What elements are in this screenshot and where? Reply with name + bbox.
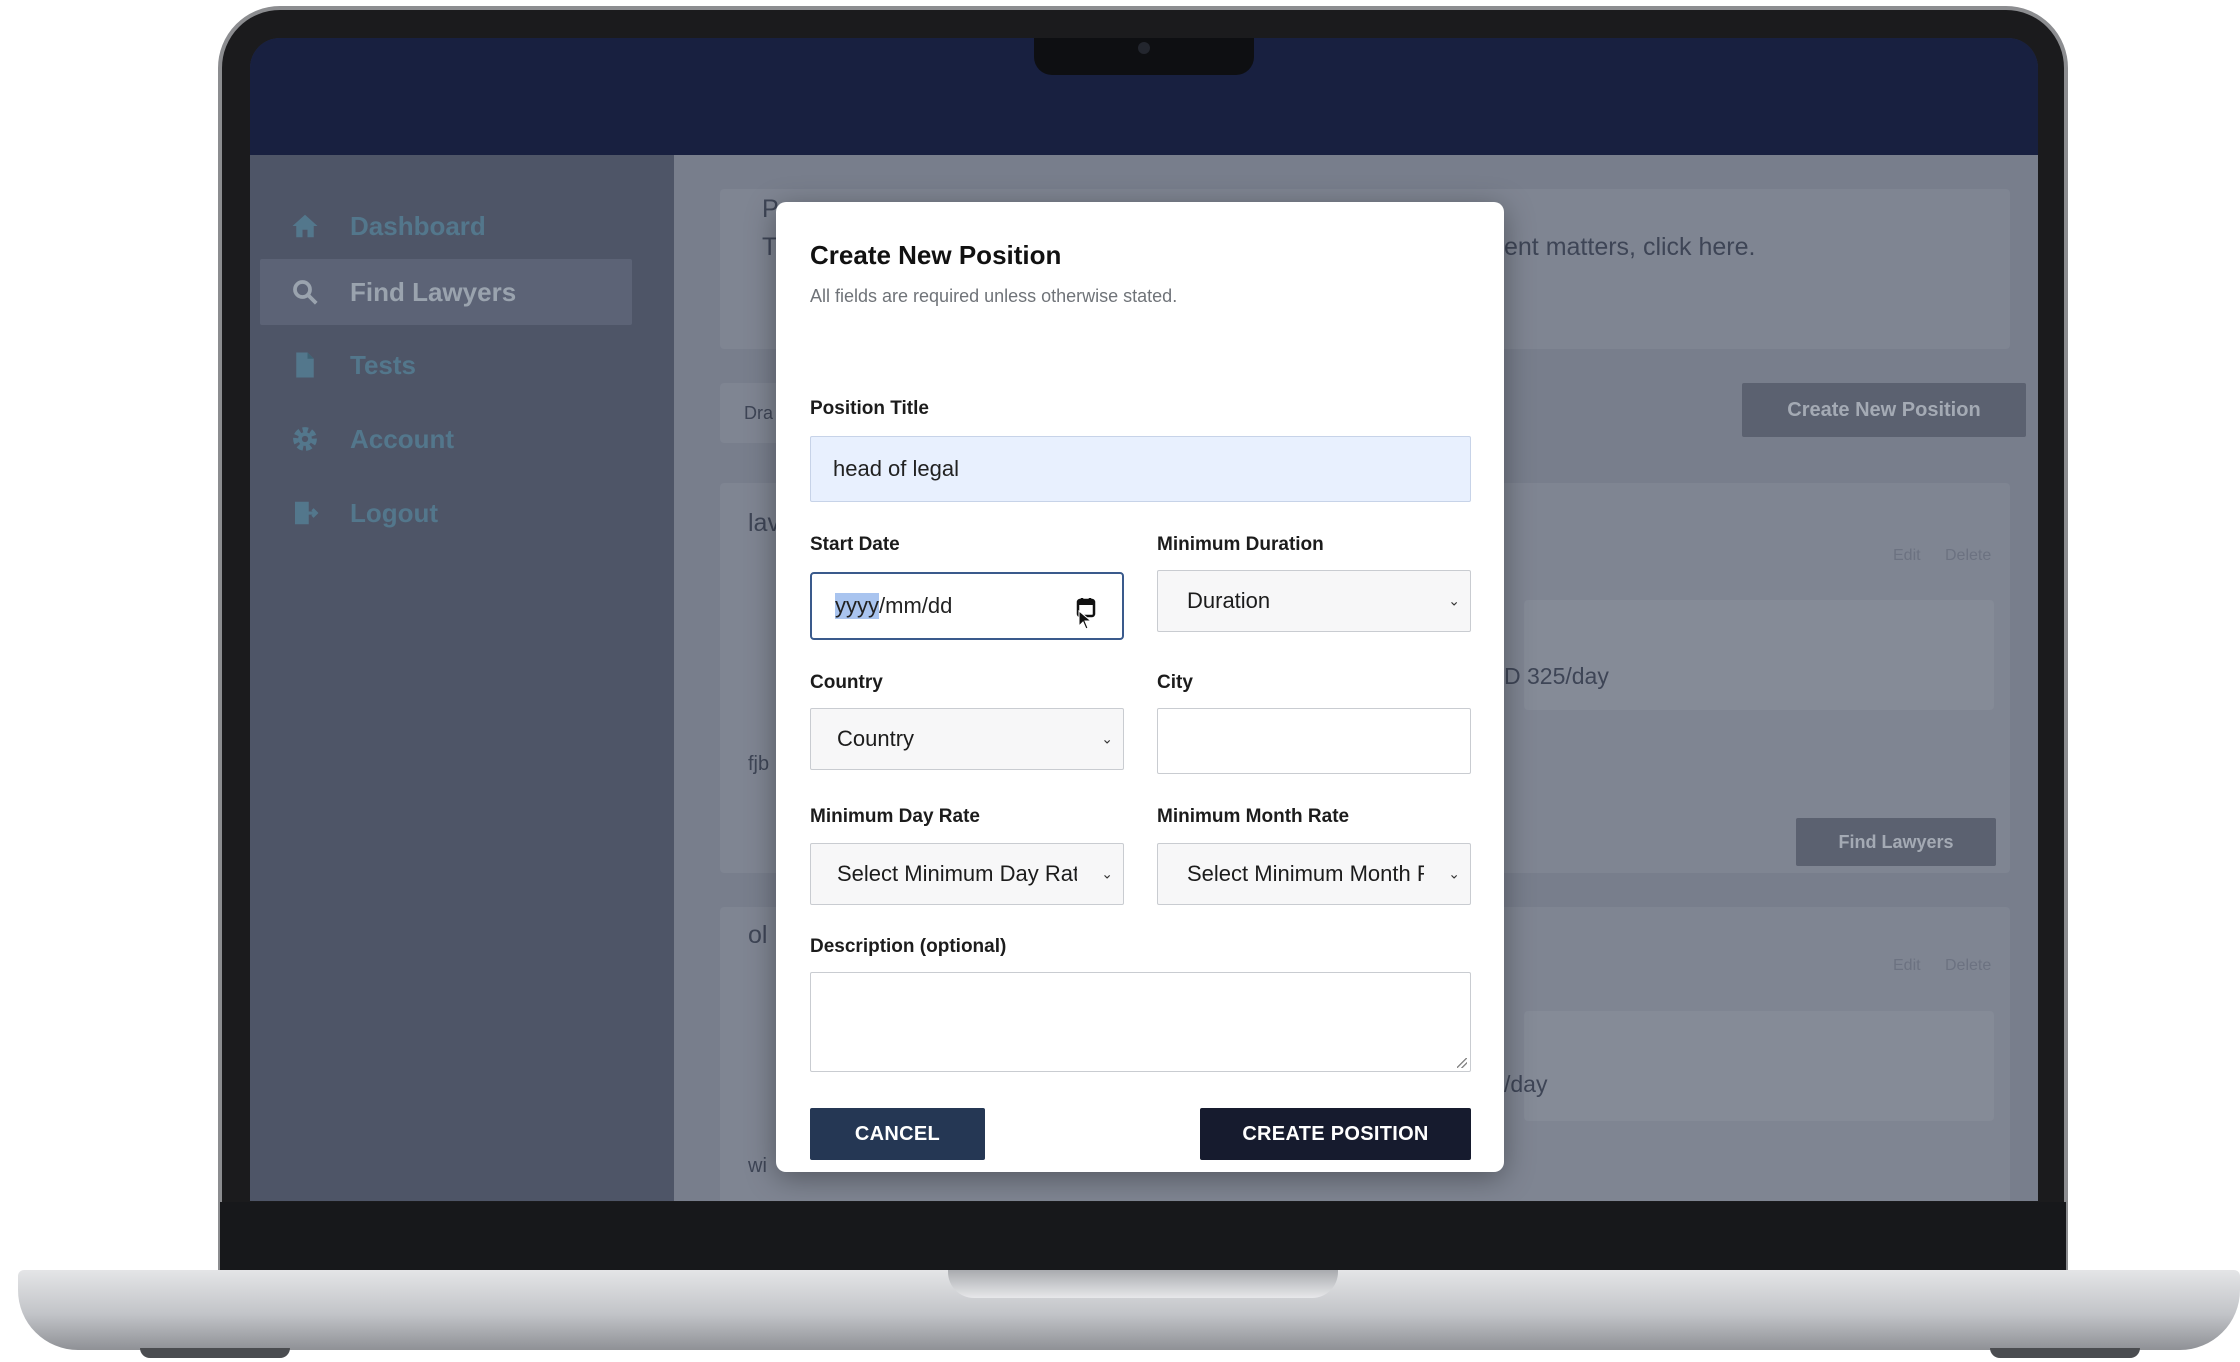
position-note: fjb [748,753,770,775]
rate-box [1524,1011,1994,1121]
delete-link[interactable]: Delete [1945,547,1991,565]
modal-subtitle: All fields are required unless otherwise… [810,286,1178,306]
sidebar-item-dashboard[interactable]: Dashboard [260,193,632,259]
minimum-duration-label: Minimum Duration [1157,534,1324,555]
sidebar-item-find-lawyers[interactable]: Find Lawyers [260,259,632,325]
laptop-screen: Dashboard Find Lawyers Tests Account Log… [250,38,2038,1201]
gear-icon [260,424,350,454]
draft-tab-label: Dra [744,403,774,423]
date-rest-segment: /mm/dd [879,593,953,618]
description-textarea[interactable] [810,972,1471,1072]
description-label: Description (optional) [810,936,1007,957]
country-value: Country [837,726,915,751]
cancel-button[interactable]: CANCEL [810,1108,985,1160]
sidebar-item-label: Account [350,423,454,454]
minimum-duration-value: Duration [1187,588,1271,613]
laptop-foot [140,1348,290,1358]
delete-link[interactable]: Delete [1945,957,1991,975]
document-icon [260,350,350,380]
min-day-rate-select[interactable]: Select Minimum Day Rate ⌄ [810,843,1124,905]
sidebar: Dashboard Find Lawyers Tests Account Log… [250,155,674,1201]
create-new-position-button[interactable]: Create New Position [1742,383,2026,437]
minimum-duration-select[interactable]: Duration ⌄ [1157,570,1471,632]
start-date-label: Start Date [810,534,900,555]
min-day-rate-label: Minimum Day Rate [810,806,980,827]
home-icon [260,211,350,241]
mouse-cursor-icon [1078,609,1093,630]
edit-link[interactable]: Edit [1893,547,1921,565]
sidebar-item-label: Dashboard [350,210,486,241]
intro-text: T [762,233,778,261]
edit-link[interactable]: Edit [1893,957,1921,975]
min-month-rate-value: Select Minimum Month Rate [1187,861,1424,886]
find-lawyers-button[interactable]: Find Lawyers [1796,818,1996,866]
chevron-down-icon: ⌄ [1101,730,1113,747]
search-icon [260,277,350,307]
intro-text: ent matters, click here. [1504,233,1756,261]
position-title-value: head of legal [833,456,959,481]
position-note: wi [748,1155,767,1177]
resize-handle-icon[interactable] [1457,1058,1467,1068]
position-title: ol [748,921,768,949]
min-day-rate-value: Select Minimum Day Rate [837,861,1077,886]
chevron-down-icon: ⌄ [1101,865,1113,882]
position-title-label: Position Title [810,398,929,419]
min-month-rate-label: Minimum Month Rate [1157,806,1350,827]
sidebar-item-label: Logout [350,497,439,528]
chevron-down-icon: ⌄ [1448,592,1460,609]
create-position-modal: Create New Position All fields are requi… [776,202,1504,1172]
rate-text: D 325/day [1504,663,1609,689]
sidebar-item-tests[interactable]: Tests [260,332,632,398]
rate-box [1524,600,1994,710]
city-label: City [1157,672,1193,693]
sidebar-item-label: Tests [350,349,416,380]
start-date-input[interactable]: yyyy/mm/dd [810,572,1124,640]
sidebar-item-logout[interactable]: Logout [260,480,632,546]
sidebar-item-account[interactable]: Account [260,406,632,472]
chevron-down-icon: ⌄ [1448,865,1460,882]
city-input[interactable] [1157,708,1471,774]
min-month-rate-select[interactable]: Select Minimum Month Rate ⌄ [1157,843,1471,905]
logout-icon [260,498,350,528]
modal-title: Create New Position [810,240,1062,270]
position-title-input[interactable]: head of legal [810,436,1471,502]
create-position-button[interactable]: CREATE POSITION [1200,1108,1471,1160]
camera-icon [1138,42,1150,54]
country-label: Country [810,672,883,693]
date-year-segment: yyyy [835,593,879,619]
laptop-bezel [220,1202,2066,1274]
sidebar-item-label: Find Lawyers [350,276,517,307]
laptop-foot [1990,1348,2140,1358]
rate-text: /day [1504,1071,1548,1097]
country-select[interactable]: Country ⌄ [810,708,1124,770]
laptop-opening-lip [948,1270,1338,1298]
